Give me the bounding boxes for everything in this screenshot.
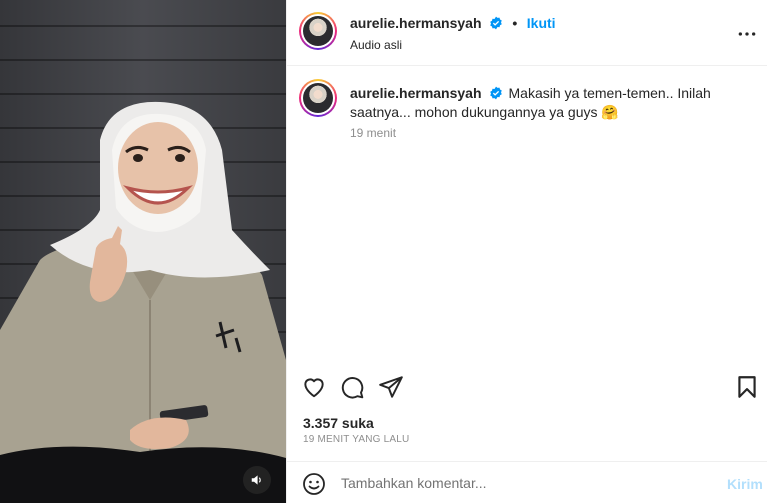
follow-button[interactable]: Ikuti bbox=[527, 15, 556, 31]
caption-author-avatar[interactable] bbox=[299, 79, 337, 117]
person-in-hijab-image bbox=[0, 101, 286, 503]
author-username[interactable]: aurelie.hermansyah bbox=[350, 15, 482, 31]
separator-dot: • bbox=[512, 15, 518, 31]
share-icon[interactable] bbox=[378, 374, 404, 400]
comment-input[interactable] bbox=[341, 470, 701, 496]
post-actions-bar bbox=[287, 372, 767, 402]
bookmark-icon[interactable] bbox=[734, 374, 760, 400]
heart-icon[interactable] bbox=[301, 374, 327, 400]
post-time-ago[interactable]: 19 MENIT YANG LALU bbox=[303, 434, 409, 445]
post-header: aurelie.hermansyah • Ikuti Audio asli bbox=[287, 0, 767, 66]
author-info: aurelie.hermansyah • Ikuti Audio asli bbox=[350, 15, 556, 52]
emoji-icon[interactable] bbox=[302, 472, 326, 496]
audio-label[interactable]: Audio asli bbox=[350, 38, 556, 52]
caption-timestamp[interactable]: 19 menit bbox=[350, 126, 396, 140]
comment-bar: Kirim bbox=[287, 461, 767, 503]
more-options-icon[interactable] bbox=[737, 24, 757, 44]
verified-badge-icon bbox=[490, 16, 502, 30]
caption-text-block: aurelie.hermansyah Makasih ya temen-teme… bbox=[350, 84, 750, 122]
volume-icon bbox=[251, 475, 261, 485]
post-media-video[interactable] bbox=[0, 0, 286, 503]
comment-icon[interactable] bbox=[339, 374, 365, 400]
likes-count[interactable]: 3.357 suka bbox=[303, 415, 374, 431]
post-comment-button[interactable]: Kirim bbox=[727, 476, 763, 492]
author-avatar[interactable] bbox=[299, 12, 337, 50]
post-details-panel: aurelie.hermansyah • Ikuti Audio asli au… bbox=[286, 0, 767, 503]
caption-username[interactable]: aurelie.hermansyah bbox=[350, 85, 482, 101]
verified-badge-icon bbox=[489, 86, 502, 100]
mute-button[interactable] bbox=[243, 466, 271, 494]
